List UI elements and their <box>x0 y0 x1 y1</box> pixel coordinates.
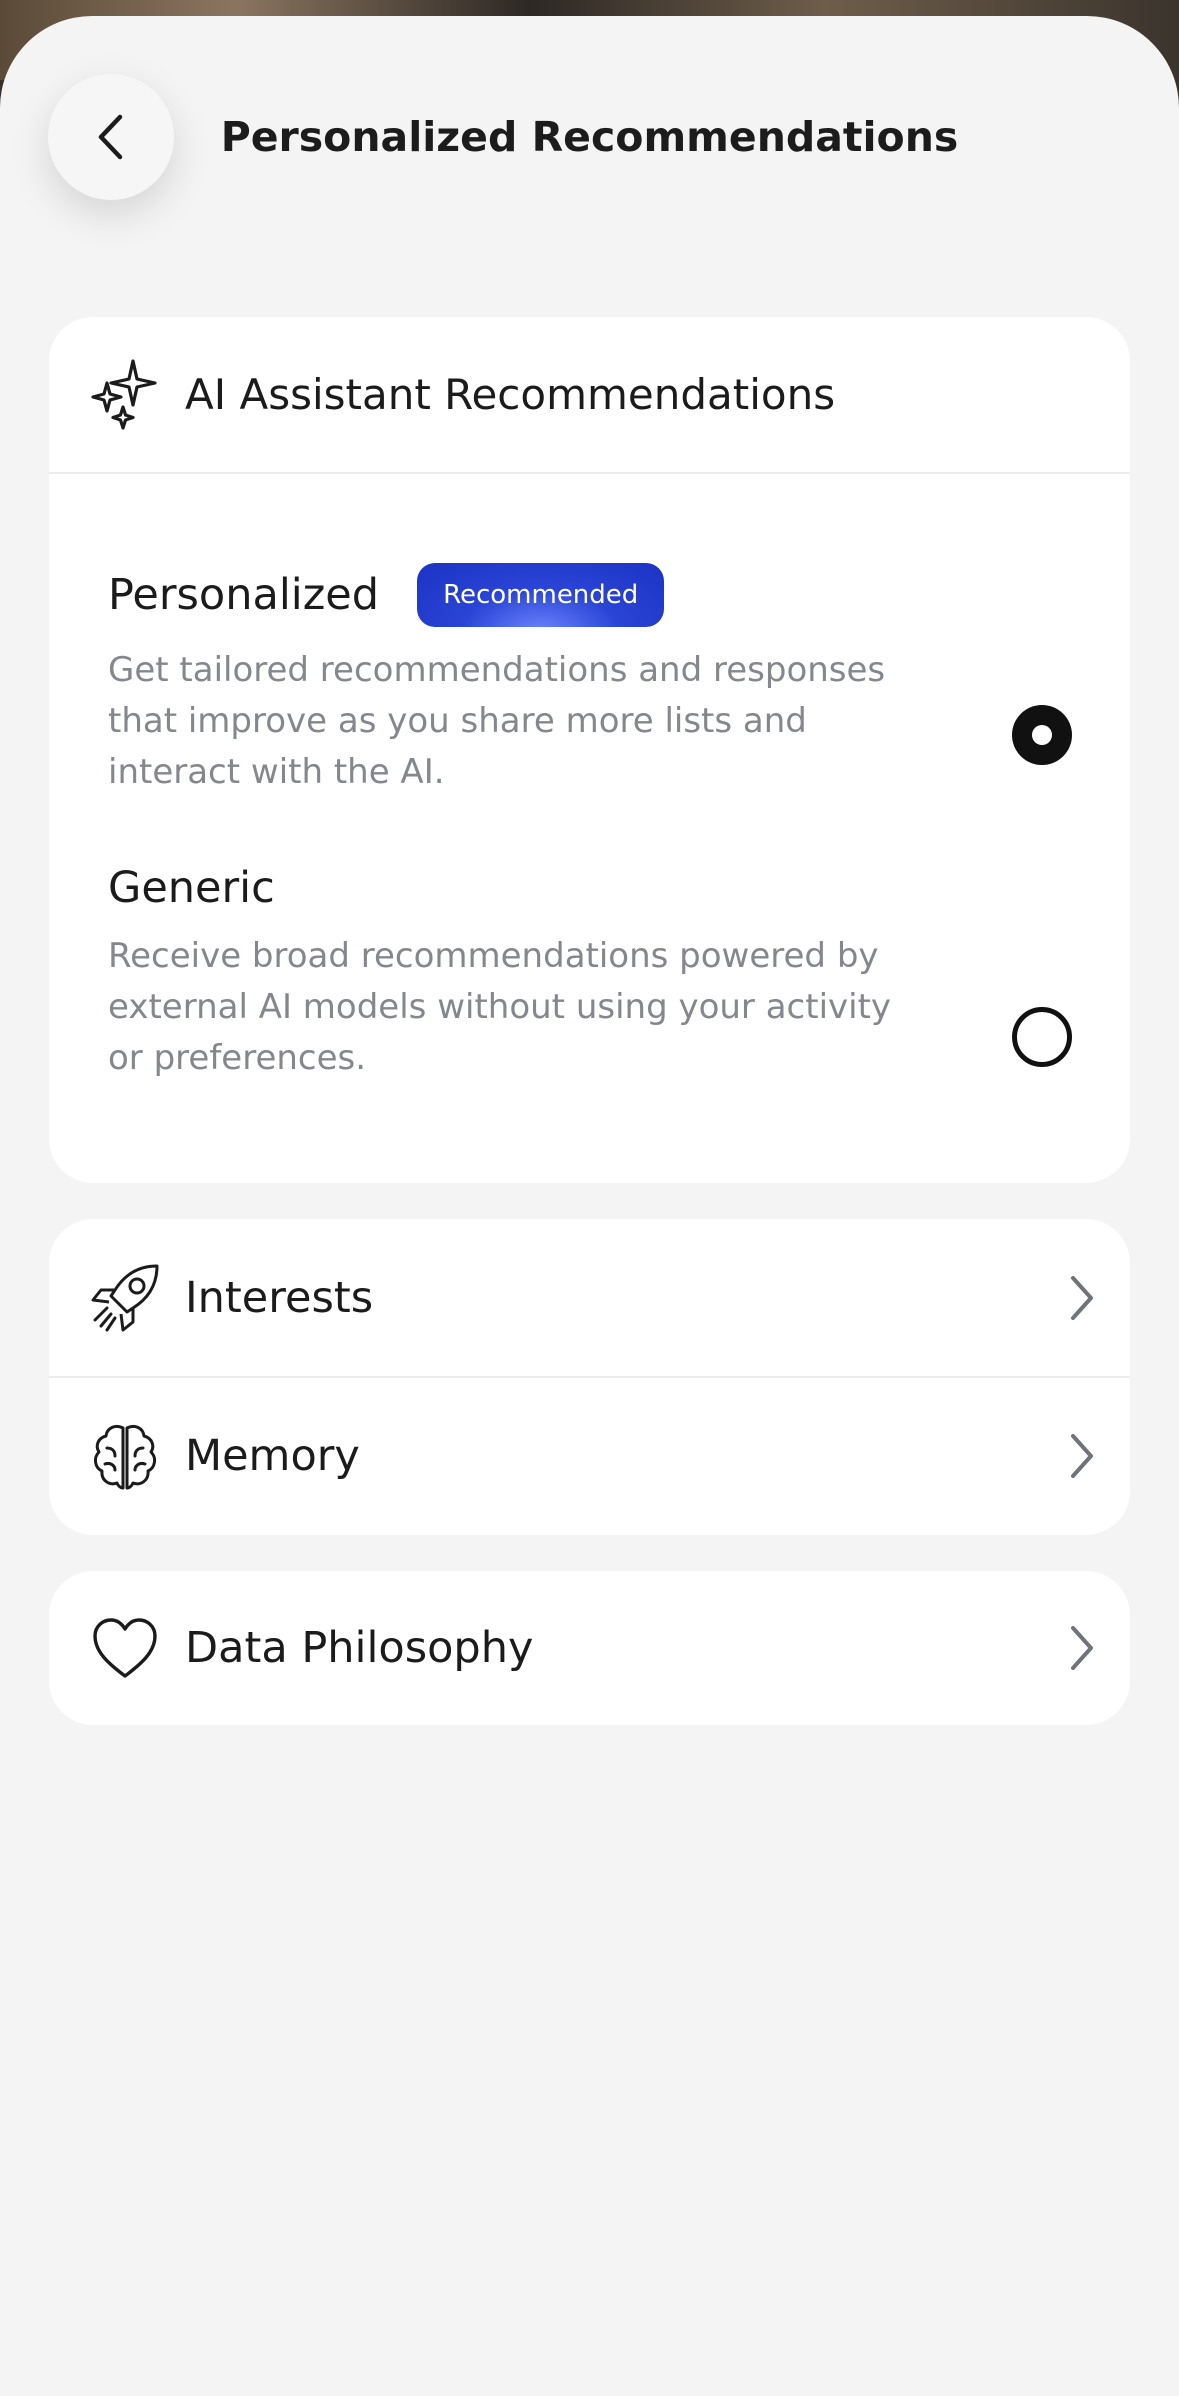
option-generic-description: Receive broad recommendations powered by… <box>108 936 892 1078</box>
data-philosophy-label: Data Philosophy <box>185 1623 534 1673</box>
ai-recommendations-card: AI Assistant Recommendations Personalize… <box>49 317 1130 1183</box>
heart-icon <box>87 1610 163 1686</box>
option-generic-title: Generic <box>108 863 275 913</box>
radio-generic-unselected[interactable] <box>1012 1007 1072 1067</box>
memory-row[interactable]: Memory <box>49 1376 1130 1533</box>
data-philosophy-card: Data Philosophy <box>49 1571 1130 1725</box>
ai-card-title: AI Assistant Recommendations <box>185 370 836 419</box>
chevron-right-icon <box>1071 1626 1093 1670</box>
settings-sheet: Personalized Recommendations AI Assistan… <box>0 16 1179 2396</box>
option-personalized-title: Personalized <box>108 570 380 620</box>
ai-card-header: AI Assistant Recommendations <box>49 317 1130 474</box>
brain-icon <box>87 1418 163 1494</box>
rocket-icon <box>87 1260 163 1336</box>
data-philosophy-row[interactable]: Data Philosophy <box>49 1571 1130 1725</box>
page-title: Personalized Recommendations <box>220 113 959 161</box>
option-generic[interactable]: Generic Receive broad recommendations po… <box>108 863 1108 1084</box>
chevron-right-icon <box>1071 1433 1093 1478</box>
interests-label: Interests <box>185 1272 374 1323</box>
chevron-right-icon <box>1071 1275 1093 1320</box>
sparkles-icon <box>87 357 163 433</box>
memory-label: Memory <box>185 1430 360 1481</box>
radio-personalized-selected[interactable] <box>1012 705 1072 765</box>
option-personalized[interactable]: Personalized Recommended Get tailored re… <box>108 563 1108 798</box>
links-card: Interests Memory <box>49 1219 1130 1535</box>
recommended-badge: Recommended <box>417 563 665 627</box>
option-personalized-description: Get tailored recommendations and respons… <box>108 650 886 792</box>
interests-row[interactable]: Interests <box>49 1219 1130 1376</box>
